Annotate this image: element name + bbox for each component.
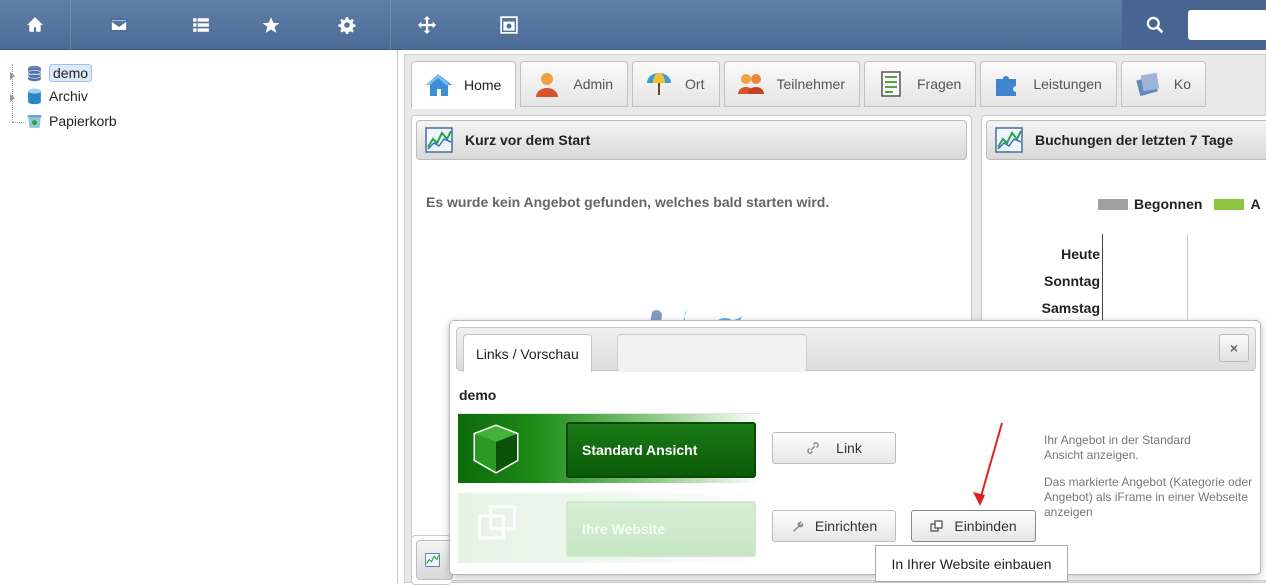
legend-swatch-begonnen [1098,198,1128,210]
tab-fragen[interactable]: Fragen [863,61,977,107]
day-label: Heute [1061,246,1100,262]
umbrella-icon [647,73,672,95]
search-input[interactable] [1188,10,1266,40]
home-icon [426,74,452,96]
embed-icon [930,520,944,532]
search-icon[interactable] [1122,0,1188,50]
panel-title: Kurz vor dem Start [465,132,591,148]
annotation-arrow [973,422,1003,506]
move-icon[interactable] [392,0,462,50]
catalog-icon [1136,72,1160,97]
archive-icon [28,88,41,104]
tab-admin[interactable]: Admin [520,61,629,107]
close-button[interactable]: × [1219,334,1249,362]
users-icon [737,74,764,94]
einrichten-button[interactable]: Einrichten [772,510,896,542]
tab-teilnehmer[interactable]: Teilnehmer [723,61,860,107]
einbinden-button[interactable]: Einbinden [911,510,1036,542]
tree-item-demo[interactable]: demo [10,62,93,84]
category-tree: demo Archiv Papierkorb [0,50,398,583]
tree-item-label: demo [49,64,93,82]
link-button[interactable]: Link [772,432,896,464]
star-icon[interactable] [236,0,306,50]
tab-social[interactable] [617,334,807,372]
tab-ort[interactable]: Ort [632,61,720,107]
panel-header: Kurz vor dem Start [416,120,967,160]
dialog-title: demo [459,387,497,403]
website-icon [478,505,516,540]
chart-icon [425,553,440,567]
standard-ansicht-button[interactable]: Standard Ansicht [566,422,756,478]
home-icon[interactable] [0,0,70,50]
links-preview-dialog: Links / Vorschau × demo Standard Ansicht… [449,320,1261,575]
screenshot-icon[interactable] [474,0,544,50]
tree-item-label: Archiv [49,88,88,104]
tree-item-archiv[interactable]: Archiv [10,85,88,107]
trash-icon [27,114,42,128]
list-icon[interactable] [166,0,236,50]
row-ihre-website: Ihre Website [458,493,760,563]
description-website: Das markierte Angebot (Kategorie oder An… [1044,475,1253,519]
tree-item-label: Papierkorb [49,113,117,129]
day-label: Sonntag [1044,273,1100,289]
chart-legend: Begonnen A [1098,196,1261,212]
tab-home[interactable]: Home [411,61,517,109]
chart-icon [425,127,453,153]
panel-title: Buchungen der letzten 7 Tage [1035,132,1234,148]
chart-icon [995,127,1023,153]
main-toolbar [0,0,1266,50]
link-icon [807,442,819,454]
mail-icon[interactable] [84,0,154,50]
row-standard-ansicht: Standard Ansicht [458,413,760,483]
document-icon [881,71,901,97]
tab-ko[interactable]: Ko [1120,61,1206,107]
tab-links-vorschau[interactable]: Links / Vorschau [463,334,592,372]
empty-message: Es wurde kein Angebot gefunden, welches … [426,194,830,210]
description-standard: Ihr Angebot in der Standard Ansicht anze… [1044,433,1191,462]
ihre-website-button[interactable]: Ihre Website [566,501,756,557]
tooltip: In Ihrer Website einbauen [875,545,1068,582]
module-tabs: Home Admin Ort Teilnehmer Fragen Leistun… [411,61,1206,109]
gear-icon[interactable] [312,0,382,50]
legend-swatch-a [1214,198,1245,210]
tree-item-papierkorb[interactable]: Papierkorb [10,110,117,132]
day-label: Samstag [1041,300,1100,316]
dialog-tabbar: Links / Vorschau × [456,327,1256,372]
puzzle-icon [996,76,1017,96]
cube-icon [473,424,519,474]
panel-header: Buchungen der letzten 7 Tage [986,120,1266,160]
tab-leistungen[interactable]: Leistungen [980,61,1117,107]
wrench-icon [792,521,804,532]
panel-bottom-partial [411,535,453,585]
user-icon [536,73,559,97]
database-icon [27,65,42,81]
